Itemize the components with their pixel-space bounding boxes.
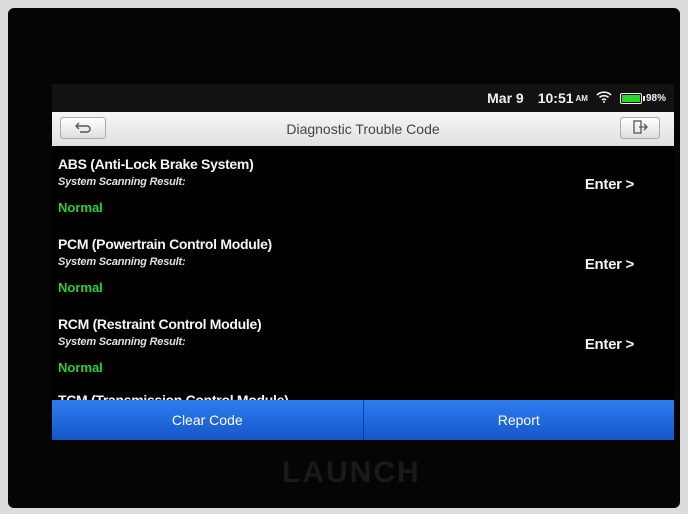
enter-button[interactable]: Enter > [585,336,634,353]
clear-code-button[interactable]: Clear Code [52,400,364,440]
system-name: PCM (Powertrain Control Module) [58,236,272,252]
system-list: ABS (Anti-Lock Brake System) System Scan… [52,146,674,408]
system-status: Normal [58,200,103,215]
back-arrow-icon [74,120,92,136]
system-result-label: System Scanning Result: [58,256,186,268]
bottom-action-bar: Clear Code Report [52,400,674,440]
system-item-rcm[interactable]: RCM (Restraint Control Module) System Sc… [52,306,674,384]
system-item-abs[interactable]: ABS (Anti-Lock Brake System) System Scan… [52,146,674,224]
enter-button[interactable]: Enter > [585,176,634,193]
back-button[interactable] [60,117,106,139]
battery-percent: 98% [645,92,666,104]
device-screen: Mar 9 10:51 AM 98% Diagnostic Trouble Co… [52,84,674,440]
wifi-icon [596,90,612,106]
status-ampm: AM [575,93,588,103]
system-status: Normal [58,360,103,375]
status-bar: Mar 9 10:51 AM 98% [52,84,674,112]
system-result-label: System Scanning Result: [58,336,186,348]
battery-icon [619,92,645,104]
title-bar: Diagnostic Trouble Code [52,112,674,146]
system-item-pcm[interactable]: PCM (Powertrain Control Module) System S… [52,226,674,304]
status-time: 10:51 [537,90,574,106]
system-result-label: System Scanning Result: [58,176,186,188]
status-date: Mar 9 [487,90,524,106]
enter-button[interactable]: Enter > [585,256,634,273]
page-title: Diagnostic Trouble Code [286,121,440,137]
system-status: Normal [58,280,103,295]
device-brand-logo: LAUNCH [282,456,421,489]
exit-icon [632,119,648,137]
exit-button[interactable] [620,117,660,139]
system-name: ABS (Anti-Lock Brake System) [58,156,254,172]
report-button[interactable]: Report [363,400,674,440]
system-name: RCM (Restraint Control Module) [58,316,262,332]
